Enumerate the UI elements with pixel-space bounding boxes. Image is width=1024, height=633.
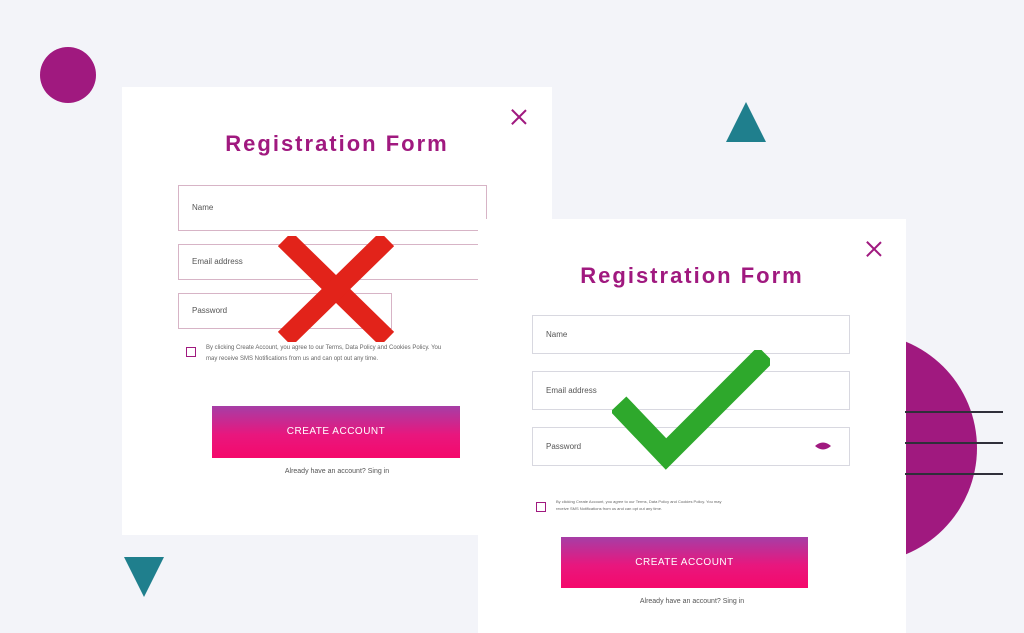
- name-field[interactable]: Name: [532, 315, 850, 354]
- terms-text: By clicking Create Account, you agree to…: [206, 345, 442, 362]
- terms-checkbox[interactable]: [536, 502, 546, 512]
- page-title: Registration Form: [580, 263, 804, 288]
- create-account-button[interactable]: CREATE ACCOUNT: [212, 406, 460, 458]
- close-icon[interactable]: [511, 109, 527, 125]
- decor-circle: [40, 47, 96, 103]
- terms-row: By clicking Create Account, you agree to…: [186, 343, 476, 365]
- page-title: Registration Form: [225, 131, 449, 156]
- name-field[interactable]: Name: [178, 185, 487, 231]
- decor-line: [905, 411, 1003, 413]
- terms-checkbox[interactable]: [186, 347, 196, 357]
- decor-line: [905, 442, 1003, 444]
- eye-icon[interactable]: [814, 441, 832, 451]
- red-x-icon: [278, 236, 394, 342]
- signin-link[interactable]: Already have an account? Sing in: [478, 598, 906, 605]
- create-account-button[interactable]: CREATE ACCOUNT: [561, 537, 808, 588]
- decor-triangle-down: [124, 557, 164, 597]
- terms-row: By clicking Create Account, you agree to…: [536, 498, 836, 512]
- decor-line: [905, 473, 1003, 475]
- terms-text: By clicking Create Account, you agree to…: [556, 499, 722, 511]
- decor-triangle-up: [726, 102, 766, 142]
- green-check-icon: [612, 350, 770, 470]
- close-icon[interactable]: [866, 241, 882, 257]
